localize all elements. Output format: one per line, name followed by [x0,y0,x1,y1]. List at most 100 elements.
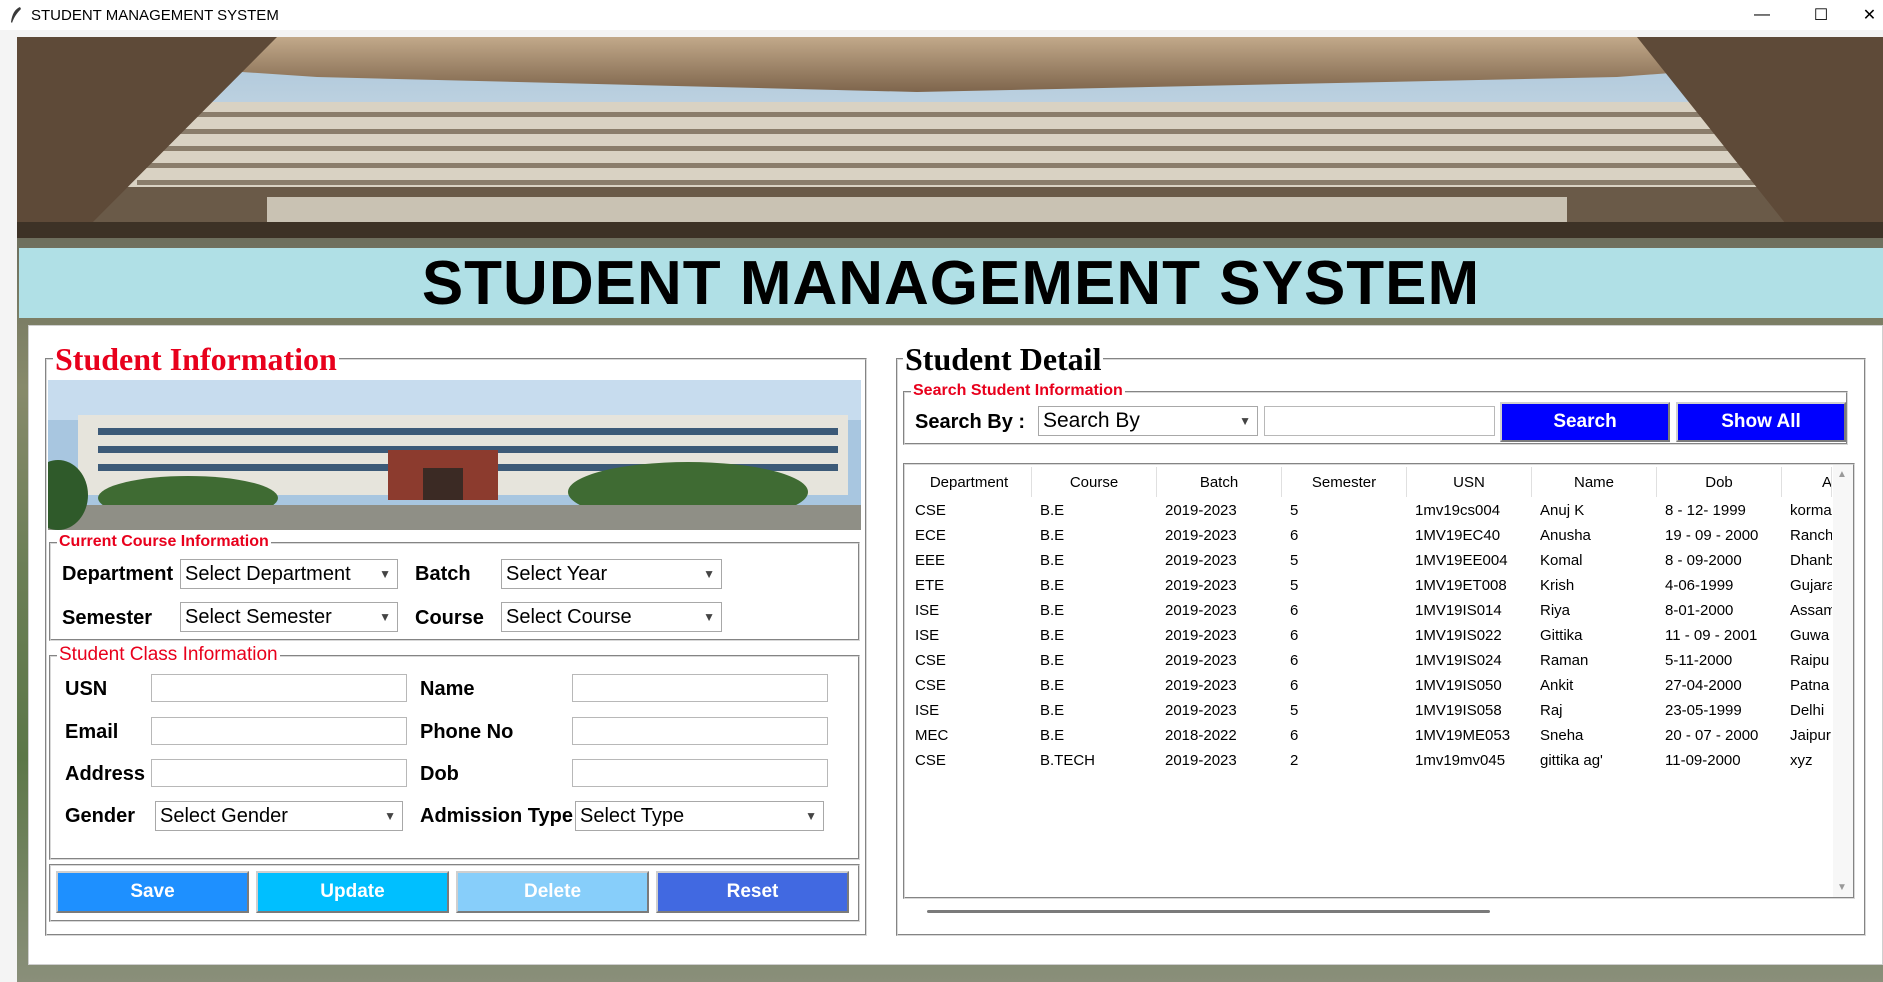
name-label: Name [420,678,475,700]
minimize-icon[interactable]: — [1739,0,1785,30]
column-header-name[interactable]: Name [1532,467,1657,497]
show-all-button[interactable]: Show All [1676,402,1846,442]
table-cell: Anusha [1540,527,1591,544]
table-row[interactable]: MEC B.E 2018-2022 6 1MV19ME053 Sneha 20 - 07 -… [907,723,1832,748]
feather-icon [11,7,21,23]
table-cell: ECE [915,527,946,544]
address-label: Address [65,763,146,785]
student-information-title: Student Information [53,341,339,377]
course-select[interactable]: Select Course ▼ [501,602,722,632]
table-row[interactable]: ISE B.E 2019-2023 5 1MV19IS058 Raj 23-05-1999 D… [907,698,1832,723]
table-cell: CSE [915,752,946,769]
table-row[interactable]: CSE B.TECH 2019-2023 2 1mv19mv045 gittika ag'… [907,748,1832,773]
horizontal-scroll-thumb[interactable] [927,910,1490,913]
table-cell: B.E [1040,627,1065,644]
table-cell: 2019-2023 [1165,577,1237,594]
column-header-usn[interactable]: USN [1407,467,1532,497]
phone-input[interactable] [572,717,828,745]
class-info-title: Student Class Information [57,644,280,665]
table-cell: 1MV19IS058 [1415,702,1502,719]
table-cell: Delhi [1790,702,1825,719]
table-cell: B.E [1040,702,1065,719]
scroll-down-icon[interactable]: ▼ [1837,882,1847,893]
course-label: Course [415,607,484,629]
table-cell: 2 [1290,752,1299,769]
column-header-course[interactable]: Course [1032,467,1157,497]
table-cell: CSE [915,677,946,694]
table-cell: B.E [1040,727,1065,744]
scroll-up-icon[interactable]: ▲ [1837,469,1847,480]
table-cell: 19 - 09 - 2000 [1665,527,1759,544]
table-cell: Patna [1790,677,1830,694]
table-cell: ISE [915,627,940,644]
table-cell: 8 - 12- 1999 [1665,502,1746,519]
table-cell: gittika ag' [1540,752,1603,769]
horizontal-scrollbar[interactable] [912,902,1858,922]
address-input[interactable] [151,759,407,787]
table-cell: 4-06-1999 [1665,577,1734,594]
admission-type-select[interactable]: Select Type ▼ [575,801,824,831]
usn-label: USN [65,678,108,700]
table-cell: 2019-2023 [1165,527,1237,544]
table-cell: B.E [1040,652,1065,669]
table-cell: Gujara [1790,577,1832,594]
table-cell: Komal [1540,552,1583,569]
column-header-dob[interactable]: Dob [1657,467,1782,497]
column-header-semester[interactable]: Semester [1282,467,1407,497]
table-cell: B.E [1040,677,1065,694]
search-button[interactable]: Search [1500,402,1670,442]
chevron-down-icon: ▼ [703,610,715,624]
table-cell: Anuj K [1540,502,1585,519]
table-cell: 5-11-2000 [1665,652,1733,669]
admission-type-label: Admission Type [420,805,573,827]
maximize-icon[interactable]: ☐ [1798,0,1844,30]
table-cell: CSE [915,652,946,669]
column-header-batch[interactable]: Batch [1157,467,1282,497]
table-row[interactable]: CSE B.E 2019-2023 6 1MV19IS024 Raman 5-11-2000… [907,648,1832,673]
table-cell: 27-04-2000 [1665,677,1742,694]
delete-button[interactable]: Delete [456,871,649,913]
table-row[interactable]: ISE B.E 2019-2023 6 1MV19IS022 Gittika 11 - 09… [907,623,1832,648]
usn-input[interactable] [151,674,407,702]
table-body: CSE B.E 2019-2023 5 1mv19cs004 Anuj K 8 - 12- … [907,498,1832,773]
column-header-address[interactable]: A [1782,467,1832,497]
save-button[interactable]: Save [56,871,249,913]
update-button[interactable]: Update [256,871,449,913]
table-cell: 6 [1290,677,1299,694]
vertical-scrollbar[interactable]: ▲ ▼ [1833,465,1853,897]
phone-label: Phone No [420,721,514,743]
table-row[interactable]: ISE B.E 2019-2023 6 1MV19IS014 Riya 8-01-2000 A… [907,598,1832,623]
table-row[interactable]: EEE B.E 2019-2023 5 1MV19EE004 Komal 8 - 09-20… [907,548,1832,573]
gender-select[interactable]: Select Gender ▼ [155,801,403,831]
table-cell: 20 - 07 - 2000 [1665,727,1759,744]
column-header-department[interactable]: Department [907,467,1032,497]
table-cell: 1MV19ME053 [1415,727,1511,744]
table-cell: ISE [915,602,940,619]
table-cell: 2018-2022 [1165,727,1237,744]
gender-select-value: Select Gender [160,805,288,827]
search-input[interactable] [1264,406,1495,436]
close-icon[interactable]: ✕ [1856,0,1883,30]
department-select[interactable]: Select Department ▼ [180,559,398,589]
dob-input[interactable] [572,759,828,787]
batch-select[interactable]: Select Year ▼ [501,559,722,589]
search-by-label: Search By : [915,411,1026,433]
table-cell: 5 [1290,577,1299,594]
table-cell: 1MV19IS014 [1415,602,1502,619]
table-row[interactable]: ETE B.E 2019-2023 5 1MV19ET008 Krish 4-06-1999… [907,573,1832,598]
table-row[interactable]: CSE B.E 2019-2023 6 1MV19IS050 Ankit 27-04-200… [907,673,1832,698]
table-row[interactable]: CSE B.E 2019-2023 5 1mv19cs004 Anuj K 8 - 12- … [907,498,1832,523]
name-input[interactable] [572,674,828,702]
table-cell: EEE [915,552,946,569]
reset-button[interactable]: Reset [656,871,849,913]
table-cell: B.E [1040,552,1065,569]
dob-label: Dob [420,763,459,785]
batch-select-value: Select Year [506,563,608,585]
email-input[interactable] [151,717,407,745]
table-row[interactable]: ECE B.E 2019-2023 6 1MV19EC40 Anusha 19 - 09 -… [907,523,1832,548]
semester-select[interactable]: Select Semester ▼ [180,602,398,632]
table-cell: Jaipur [1790,727,1831,744]
table-cell: 1mv19mv045 [1415,752,1506,769]
search-by-select[interactable]: Search By ▼ [1038,406,1258,436]
table-cell: ETE [915,577,945,594]
